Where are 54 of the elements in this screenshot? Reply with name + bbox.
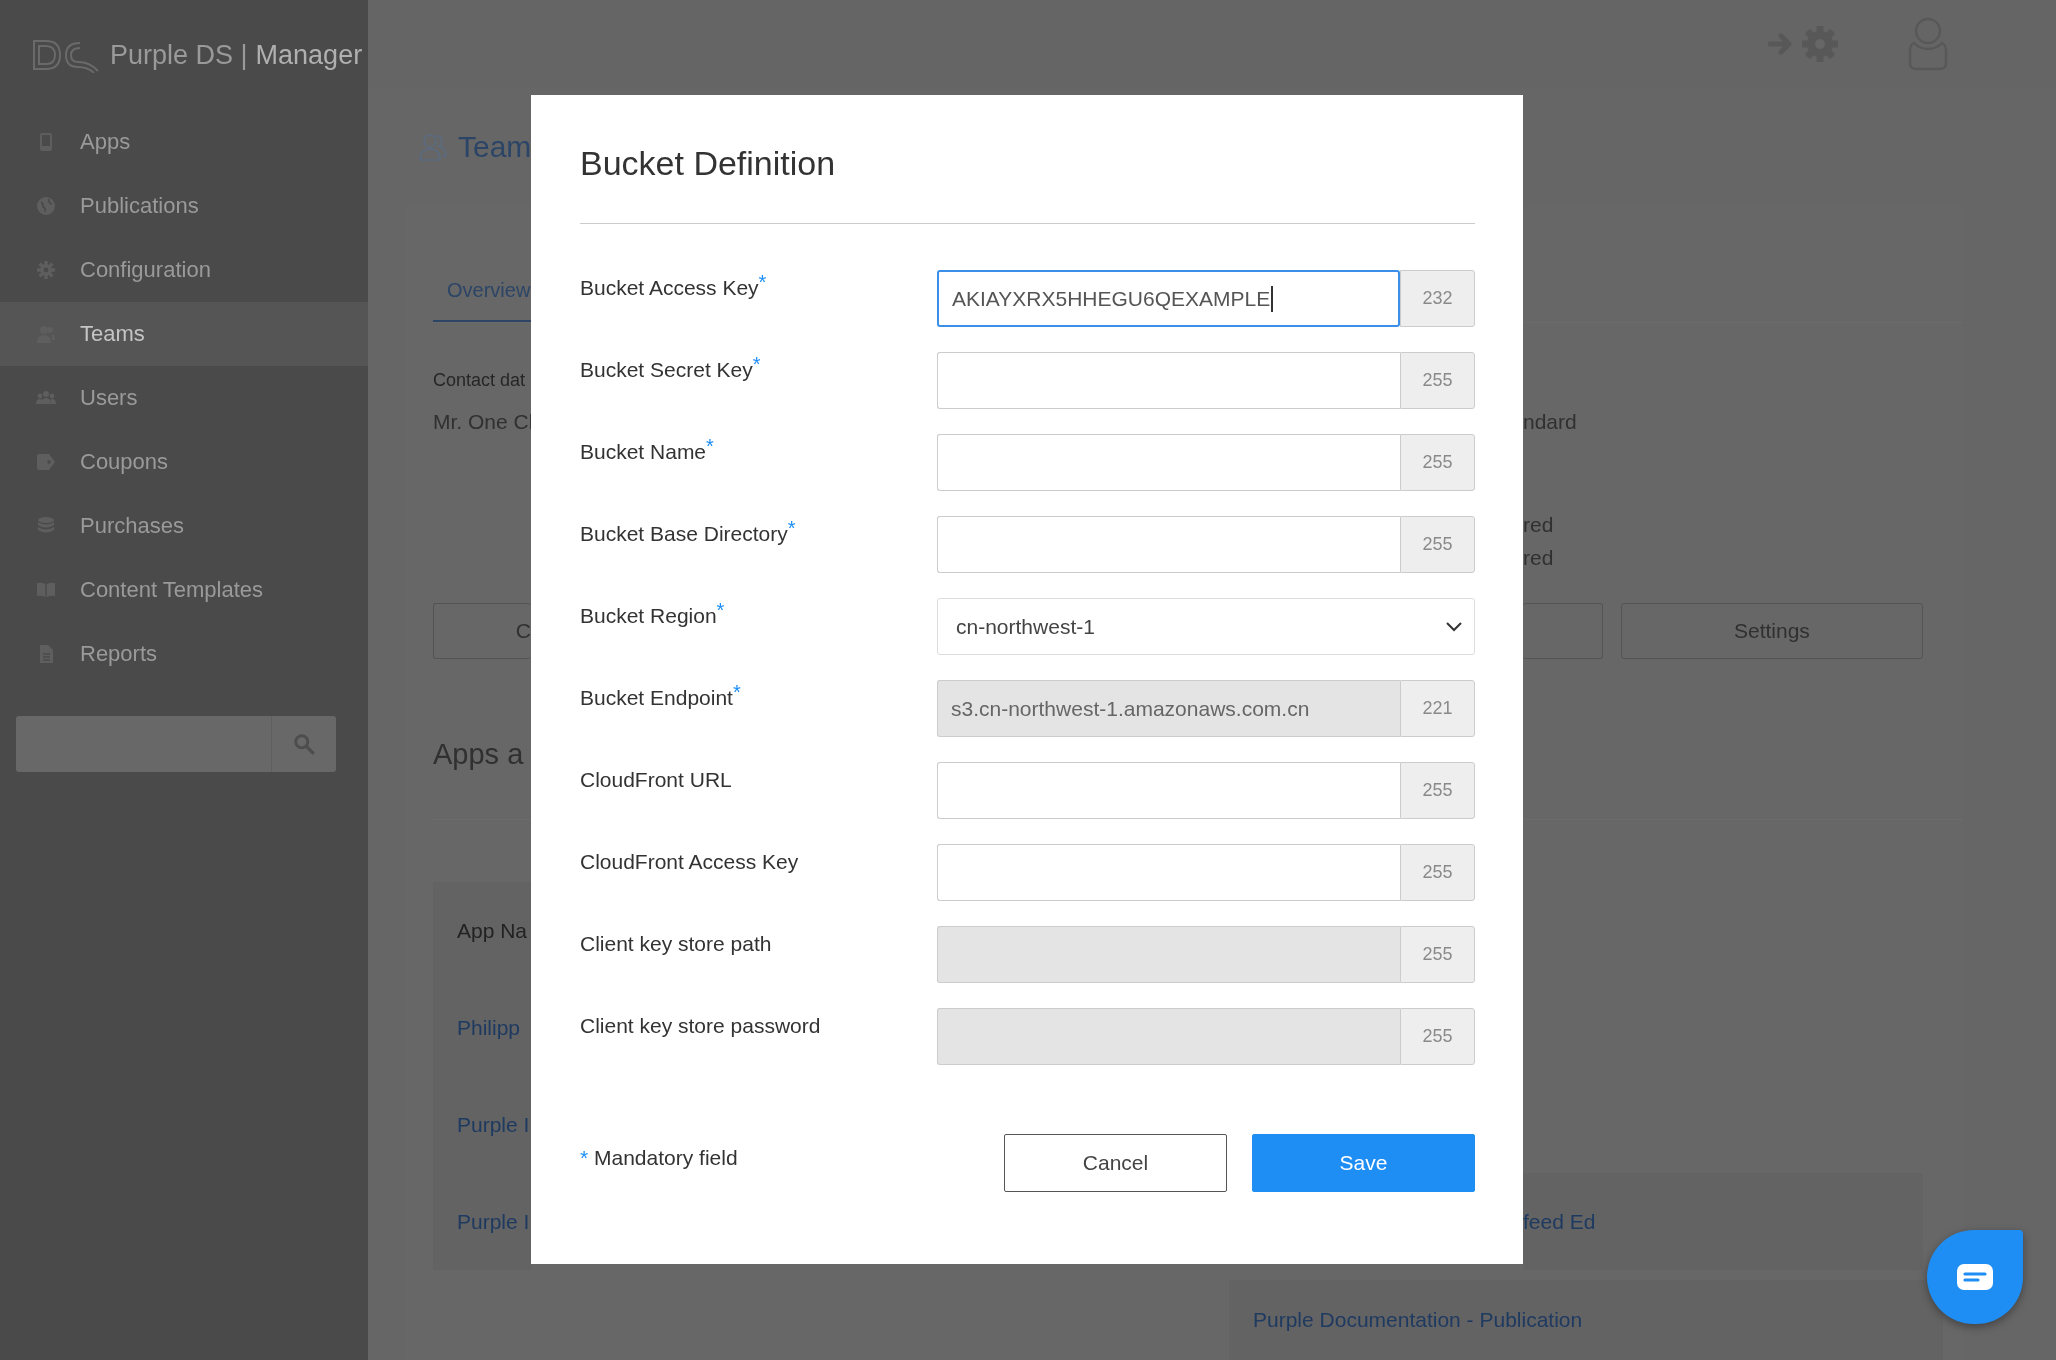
logo-icon	[32, 37, 102, 73]
character-counter: 255	[1400, 434, 1475, 491]
sidebar-item[interactable]: Apps	[0, 110, 368, 174]
settings-button[interactable]: Settings	[1620, 603, 1923, 659]
input-field[interactable]	[937, 762, 1400, 819]
mandatory-note: * Mandatory field	[580, 1145, 738, 1171]
chat-button[interactable]	[1927, 1230, 2023, 1324]
character-counter: 232	[1400, 270, 1475, 327]
input-field[interactable]	[937, 516, 1400, 573]
chat-icon[interactable]	[1956, 1263, 1994, 1291]
sidebar-item[interactable]: Publications	[0, 174, 368, 238]
chevron-down-icon	[1446, 621, 1462, 632]
sidebar-item[interactable]: Purchases	[0, 494, 368, 558]
field-value: red	[1523, 513, 1554, 537]
field-label: Client key store password	[580, 1013, 822, 1039]
character-counter: 255	[1400, 844, 1475, 901]
search-icon[interactable]	[293, 733, 315, 755]
sidebar-item[interactable]: Content Templates	[0, 558, 368, 622]
input-field[interactable]	[937, 434, 1400, 491]
user-pair-icon	[418, 132, 448, 162]
contact-label: Contact dat	[433, 370, 526, 391]
dialog-title: Bucket Definition	[580, 143, 837, 184]
app-link[interactable]: Purple I	[457, 1209, 530, 1234]
save-button[interactable]: Save	[1252, 1134, 1475, 1192]
character-counter: 255	[1400, 762, 1475, 819]
field-label: CloudFront URL	[580, 767, 733, 793]
product-name: Manager	[255, 39, 363, 71]
field-label: CloudFront Access Key	[580, 849, 800, 875]
app-name: Purple DS |	[110, 39, 248, 71]
column-header: App Na	[457, 918, 528, 943]
field-label: Client key store path	[580, 931, 773, 957]
input-field[interactable]	[937, 352, 1400, 409]
page-title: Team	[458, 130, 532, 164]
character-counter: 255	[1400, 352, 1475, 409]
publication-link[interactable]: Purple Documentation - Publication	[1253, 1308, 1583, 1332]
sidebar-item[interactable]: Coupons	[0, 430, 368, 494]
character-counter: 221	[1400, 680, 1475, 737]
field-value: red	[1523, 546, 1554, 570]
publication-link[interactable]: feed Ed	[1523, 1209, 1596, 1234]
sidebar-item[interactable]: Reports	[0, 622, 368, 686]
character-counter: 255	[1400, 516, 1475, 573]
character-counter: 255	[1400, 926, 1475, 983]
input-field[interactable]: AKIAYXRX5HHEGU6QEXAMPLE	[937, 270, 1400, 327]
app-link[interactable]: Purple I	[457, 1112, 530, 1137]
app-link[interactable]: Philipp	[457, 1015, 521, 1040]
sidebar-item[interactable]: Configuration	[0, 238, 368, 302]
character-counter: 255	[1400, 1008, 1475, 1065]
sidebar-item[interactable]: Teams	[0, 302, 368, 366]
region-select[interactable]: cn-northwest-1	[937, 598, 1475, 655]
field-value: ndard	[1523, 410, 1577, 434]
cancel-button[interactable]: Cancel	[1004, 1134, 1227, 1192]
input-field[interactable]	[937, 844, 1400, 901]
search-field[interactable]	[16, 716, 336, 772]
sidebar-item[interactable]: Users	[0, 366, 368, 430]
